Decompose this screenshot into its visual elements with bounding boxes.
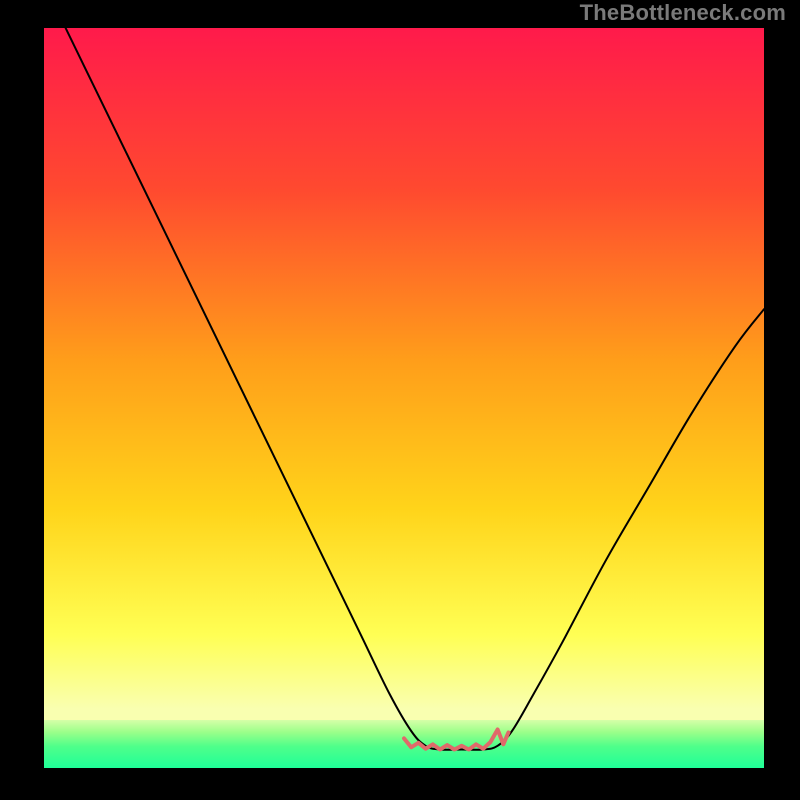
series-valley-noise [404,730,508,750]
series-bottleneck-curve [66,28,764,750]
chart-frame: TheBottleneck.com [0,0,800,800]
plot-area [44,28,764,768]
watermark-text: TheBottleneck.com [580,0,786,26]
curve-layer [44,28,764,768]
